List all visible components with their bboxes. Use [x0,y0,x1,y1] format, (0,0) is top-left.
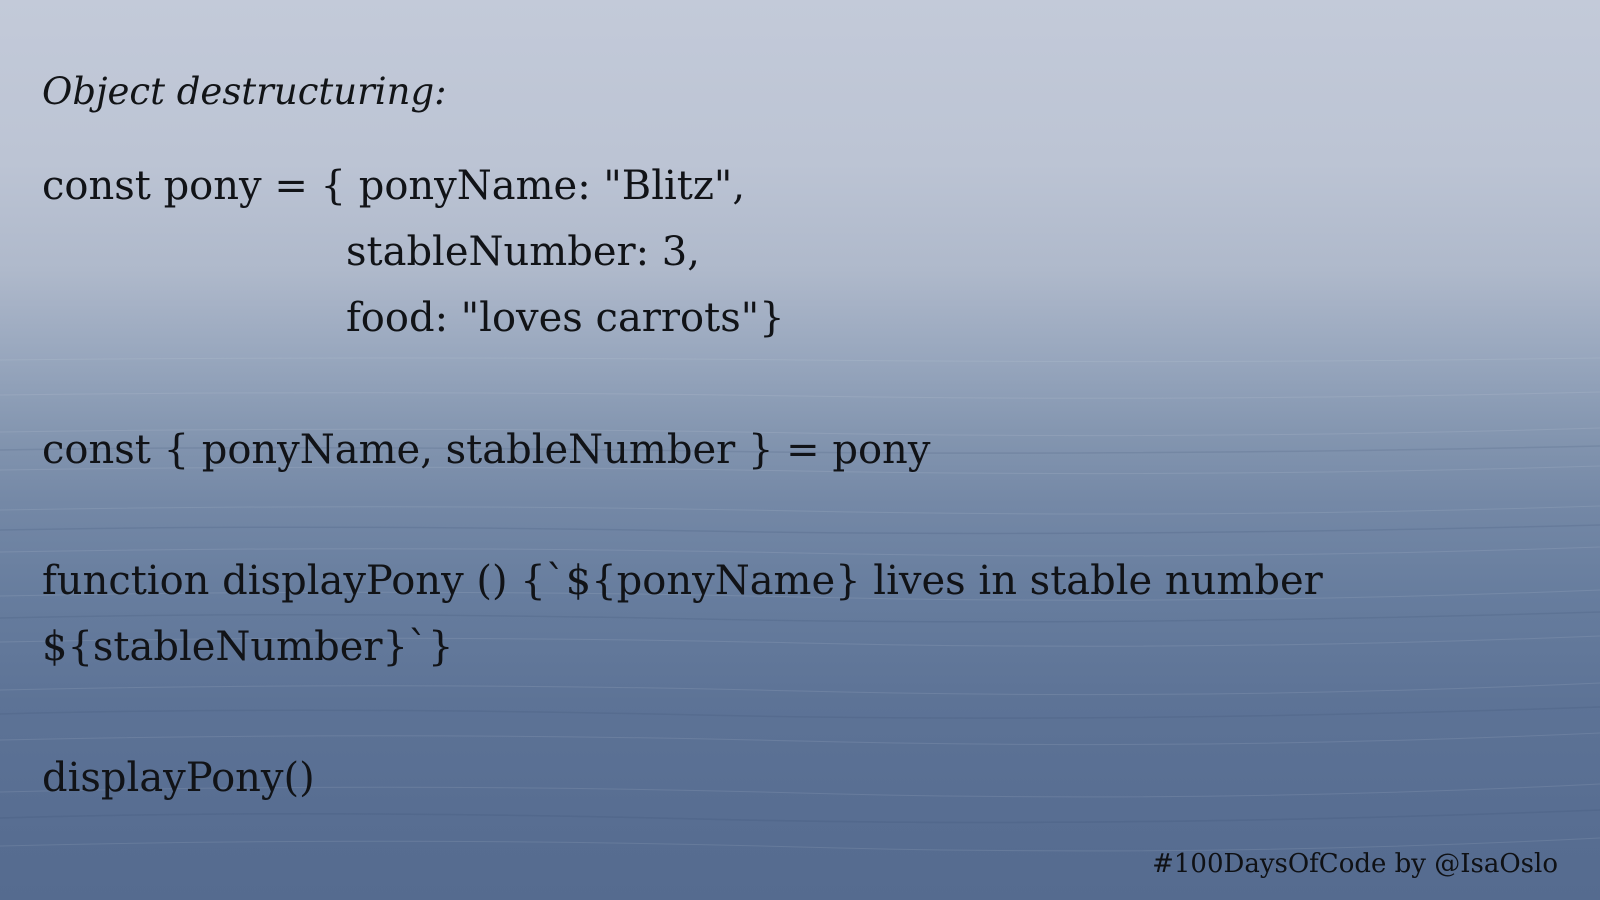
code-line-1: const pony = { ponyName: "Blitz", [42,163,746,209]
credit-text: #100DaysOfCode by @IsaOslo [1152,849,1558,879]
code-line-2: stableNumber: 3, [346,229,700,275]
code-line-3: food: "loves carrots"} [346,295,785,341]
code-line-4: const { ponyName, stableNumber } = pony [42,427,931,473]
code-line-6: ${stableNumber}`} [42,624,454,670]
code-line-5: function displayPony () {`${ponyName} li… [42,558,1323,604]
slide-heading: Object destructuring: [42,70,447,113]
code-line-7: displayPony() [42,755,315,801]
